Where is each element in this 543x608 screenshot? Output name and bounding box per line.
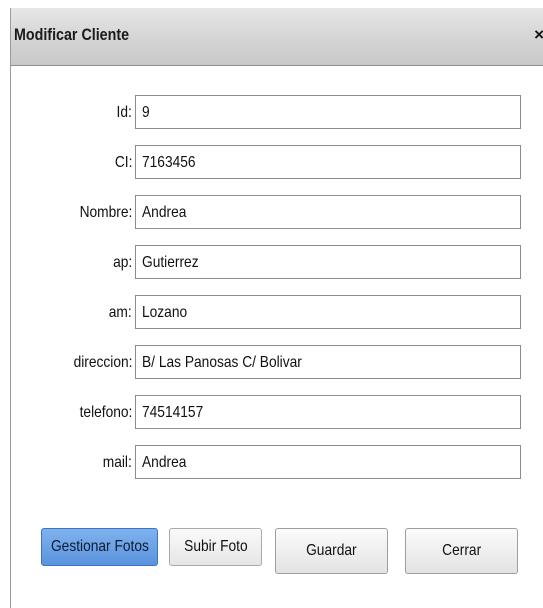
ap-field[interactable]: Gutierrez bbox=[135, 245, 521, 279]
form-row-nombre: Nombre: Andrea bbox=[11, 195, 543, 233]
guardar-button[interactable]: Guardar bbox=[275, 528, 388, 574]
nombre-field[interactable]: Andrea bbox=[135, 195, 521, 229]
gestionar-fotos-label: Gestionar Fotos bbox=[50, 538, 149, 555]
id-field[interactable]: 9 bbox=[135, 95, 521, 129]
form-row-ci: CI: 7163456 bbox=[11, 145, 543, 183]
am-value: Lozano bbox=[142, 304, 188, 321]
id-value: 9 bbox=[142, 104, 150, 121]
mail-value: Andrea bbox=[142, 454, 187, 471]
nombre-label: Nombre: bbox=[79, 204, 132, 221]
telefono-label: telefono: bbox=[79, 404, 132, 421]
guardar-label: Guardar bbox=[306, 542, 357, 559]
direccion-value: B/ Las Panosas C/ Bolivar bbox=[142, 354, 302, 371]
am-field[interactable]: Lozano bbox=[135, 295, 521, 329]
form-row-id: Id: 9 bbox=[11, 95, 543, 133]
ci-value: 7163456 bbox=[142, 154, 196, 171]
ci-label: CI: bbox=[114, 154, 132, 171]
telefono-value: 74514157 bbox=[142, 404, 204, 421]
telefono-field[interactable]: 74514157 bbox=[135, 395, 521, 429]
ap-label: ap: bbox=[112, 254, 132, 271]
subir-foto-button[interactable]: Subir Foto bbox=[169, 528, 262, 566]
dialog-titlebar[interactable]: Modificar Cliente × bbox=[11, 8, 543, 66]
cerrar-label: Cerrar bbox=[442, 542, 481, 559]
id-label: Id: bbox=[116, 104, 132, 121]
ci-field[interactable]: 7163456 bbox=[135, 145, 521, 179]
subir-foto-label: Subir Foto bbox=[183, 538, 248, 555]
mail-field[interactable]: Andrea bbox=[135, 445, 521, 479]
close-icon[interactable]: × bbox=[534, 25, 543, 45]
modificar-cliente-dialog: Modificar Cliente × Id: 9 CI: 7163456 No… bbox=[10, 8, 543, 608]
form-row-direccion: direccion: B/ Las Panosas C/ Bolivar bbox=[11, 345, 543, 383]
nombre-value: Andrea bbox=[142, 204, 187, 221]
form-row-am: am: Lozano bbox=[11, 295, 543, 333]
direccion-field[interactable]: B/ Las Panosas C/ Bolivar bbox=[135, 345, 521, 379]
direccion-label: direccion: bbox=[73, 354, 132, 371]
form-row-mail: mail: Andrea bbox=[11, 445, 543, 483]
mail-label: mail: bbox=[102, 454, 132, 471]
gestionar-fotos-button[interactable]: Gestionar Fotos bbox=[41, 528, 158, 566]
form-row-telefono: telefono: 74514157 bbox=[11, 395, 543, 433]
ap-value: Gutierrez bbox=[142, 254, 199, 271]
am-label: am: bbox=[109, 304, 132, 321]
cerrar-button[interactable]: Cerrar bbox=[405, 528, 518, 574]
form-row-ap: ap: Gutierrez bbox=[11, 245, 543, 283]
dialog-title: Modificar Cliente bbox=[14, 25, 130, 44]
